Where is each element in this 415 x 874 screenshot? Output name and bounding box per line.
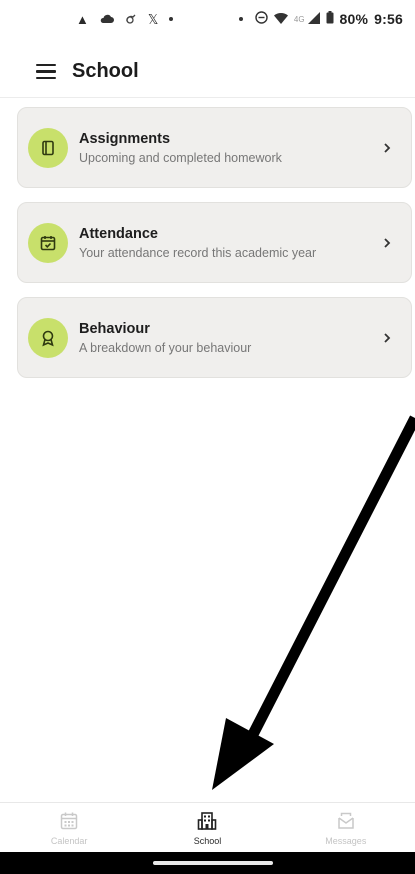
mail-icon (338, 812, 354, 829)
cloud-icon (100, 11, 114, 27)
nav-label: Calendar (50, 836, 88, 846)
navigation-arrow-icon: ▲ (76, 11, 89, 27)
calendar-icon (60, 812, 78, 830)
status-bar: ▲ 𝕏 4G 80% 9:56 (0, 0, 415, 38)
nav-school[interactable]: School (147, 803, 267, 846)
calendar-check-icon (28, 222, 68, 263)
bottom-navigation: Calendar School Messages (0, 802, 415, 852)
system-navigation-bar (0, 852, 415, 874)
nav-messages[interactable]: Messages (286, 803, 406, 846)
chevron-right-icon (384, 332, 391, 343)
chevron-right-icon (384, 237, 391, 248)
notification-dot-icon (238, 17, 243, 21)
card-title: Attendance (79, 225, 158, 242)
card-title: Behaviour (79, 320, 150, 337)
nav-calendar[interactable]: Calendar (9, 803, 129, 846)
signal-icon (307, 11, 320, 27)
do-not-disturb-icon (255, 11, 268, 27)
card-title: Assignments (79, 130, 171, 147)
weather-icon (125, 11, 137, 27)
behaviour-card[interactable]: Behaviour A breakdown of your behaviour (17, 297, 412, 378)
card-subtitle: Upcoming and completed homework (79, 150, 282, 165)
chevron-right-icon (384, 142, 391, 153)
card-subtitle: Your attendance record this academic yea… (79, 245, 317, 260)
x-app-icon: 𝕏 (147, 11, 159, 27)
page-title: School (72, 60, 139, 82)
battery-percent: 80% (339, 11, 369, 27)
nav-label: Messages (325, 836, 367, 846)
nav-label: School (193, 836, 222, 846)
status-right-icons: 4G 80% 9:56 (238, 11, 403, 27)
battery-icon (326, 11, 334, 27)
card-subtitle: A breakdown of your behaviour (79, 340, 252, 355)
hamburger-menu-icon[interactable] (36, 63, 56, 80)
assignments-card[interactable]: Assignments Upcoming and completed homew… (17, 107, 412, 188)
school-menu-list: Assignments Upcoming and completed homew… (17, 107, 412, 392)
app-bar: School (0, 46, 415, 98)
award-icon (28, 317, 68, 358)
clock: 9:56 (374, 11, 403, 27)
network-type-label: 4G (293, 14, 305, 24)
notification-dot-icon (169, 17, 174, 21)
home-gesture-handle[interactable] (153, 861, 273, 865)
attendance-card[interactable]: Attendance Your attendance record this a… (17, 202, 412, 283)
book-icon (28, 127, 68, 168)
status-left-icons: ▲ 𝕏 (76, 11, 174, 27)
building-icon (198, 812, 217, 830)
wifi-icon (273, 11, 288, 27)
